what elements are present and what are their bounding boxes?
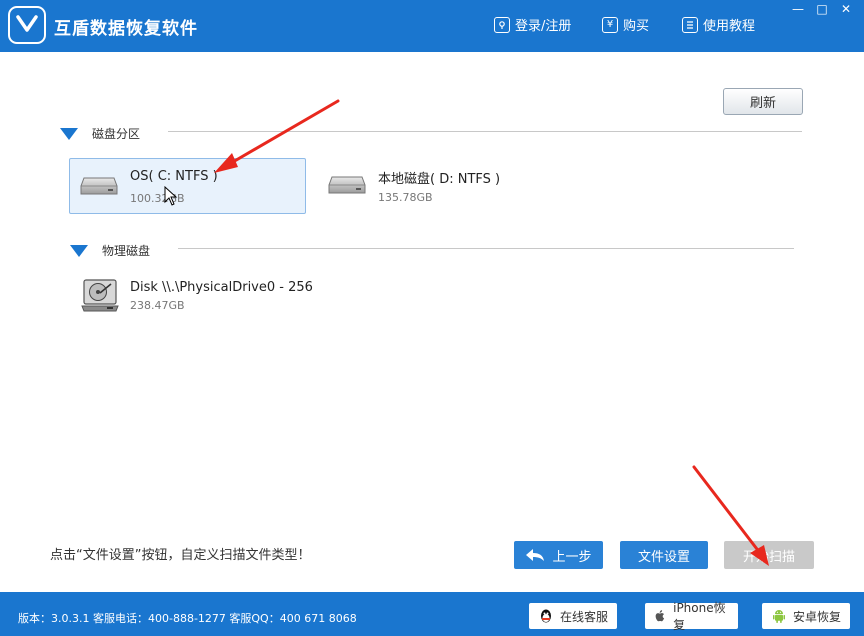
shield-logo-icon [8,6,46,44]
back-label: 上一步 [552,549,592,565]
tutorial-button[interactable]: 使用教程 [682,15,755,34]
refresh-button[interactable]: 刷新 [723,88,803,115]
collapse-triangle-icon[interactable] [70,244,88,257]
physical-section-header[interactable]: 物理磁盘 [70,242,150,259]
back-arrow-icon [526,549,545,561]
hdd-icon [80,177,118,195]
partition-size: 135.78GB [378,191,433,204]
tutorial-label: 使用教程 [703,19,756,34]
title-bar: 互盾数据恢复软件 登录/注册 ¥ 购买 使用教程 — □ ✕ [0,0,864,52]
iphone-recovery-button[interactable]: iPhone恢复 [645,601,738,632]
physical-heading: 物理磁盘 [102,244,151,258]
physical-disk-item[interactable]: Disk \\.\PhysicalDrive0 - 256 238.47GB [71,270,371,326]
partition-name: OS( C: NTFS ) [130,169,218,184]
book-icon [682,16,698,33]
qq-icon [540,609,551,623]
partition-name: 本地磁盘( D: NTFS ) [378,172,501,187]
login-register-label: 登录/注册 [515,19,572,34]
partitions-heading: 磁盘分区 [92,127,141,141]
login-register-button[interactable]: 登录/注册 [494,15,571,34]
maximize-button[interactable]: □ [812,2,832,18]
online-service-label: 在线客服 [559,609,608,624]
minimize-button[interactable]: — [788,2,808,18]
apple-icon [655,610,665,622]
android-recovery-label: 安卓恢复 [792,609,841,624]
login-icon [494,16,510,33]
online-service-button[interactable]: 在线客服 [529,603,617,629]
android-icon [772,610,785,623]
buy-label: 购买 [623,19,650,34]
close-button[interactable]: ✕ [836,2,856,18]
hint-text: 点击“文件设置”按钮，自定义扫描文件类型！ [50,548,311,563]
hdd-icon [328,176,366,194]
partition-item-c[interactable]: OS( C: NTFS ) 100.32GB [69,158,306,214]
yen-icon: ¥ [602,16,618,33]
partition-item-d[interactable]: 本地磁盘( D: NTFS ) 135.78GB [318,158,555,214]
physical-disk-name: Disk \\.\PhysicalDrive0 - 256 [130,280,313,295]
divider [168,131,802,132]
main-content: 刷新 磁盘分区 OS( C: NTFS ) 100.32GB 本地磁盘( D: … [0,52,864,592]
mouse-cursor-icon [164,186,178,206]
back-button[interactable]: 上一步 [514,541,603,569]
hard-disk-icon [81,279,119,312]
buy-button[interactable]: ¥ 购买 [602,15,649,34]
partitions-section-header[interactable]: 磁盘分区 [60,125,140,142]
file-settings-button[interactable]: 文件设置 [620,541,708,569]
collapse-triangle-icon[interactable] [60,127,78,140]
android-recovery-button[interactable]: 安卓恢复 [762,603,850,629]
start-scan-button[interactable]: 开始扫描 [724,541,814,569]
divider [178,248,794,249]
app-title: 互盾数据恢复软件 [54,19,198,39]
version-contact-info: 版本：3.0.3.1 客服电话：400-888-1277 客服QQ：400 67… [18,612,357,625]
physical-disk-size: 238.47GB [130,299,185,312]
footer-bar: 版本：3.0.3.1 客服电话：400-888-1277 客服QQ：400 67… [0,592,864,636]
iphone-recovery-label: iPhone恢复 [673,601,726,632]
